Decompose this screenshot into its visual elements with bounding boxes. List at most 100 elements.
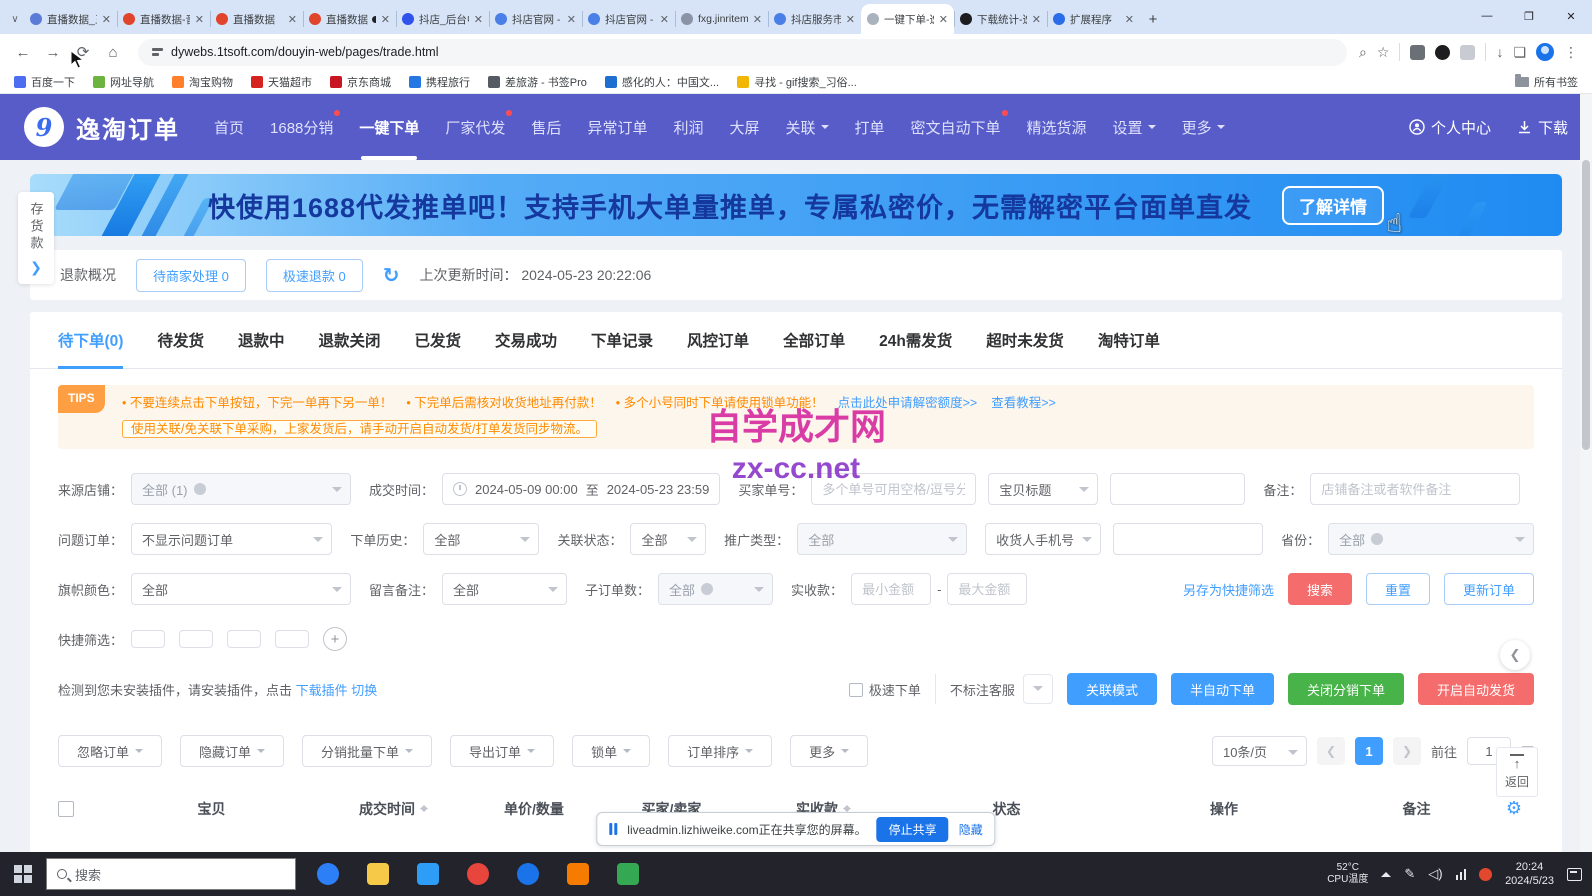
forward-button[interactable]: → [40,39,66,65]
column-header-actions[interactable]: 操作 [1109,799,1339,819]
order-status-tab[interactable]: 退款关闭 [318,329,380,368]
window-minimize-button[interactable]: — [1466,10,1508,22]
list-toolbar-button[interactable]: 更多 [790,735,868,767]
stop-sharing-button[interactable]: 停止共享 [877,817,949,842]
nav-item[interactable]: 打单 [855,94,885,160]
browser-tab[interactable]: 直播数据-音 ✕ [117,4,210,34]
tab-search-chevron-icon[interactable]: ∨ [6,4,24,34]
item-title-select[interactable]: 宝贝标题 [988,473,1098,505]
item-title-input[interactable] [1110,473,1245,505]
select-all-checkbox[interactable] [58,801,74,817]
nav-item[interactable]: 大屏 [729,94,759,160]
app-logo[interactable]: 9 逸淘订单 [24,107,180,147]
home-button[interactable]: ⌂ [100,39,126,65]
page-size-select[interactable]: 10条/页 [1212,736,1307,766]
prev-page-button[interactable]: ❮ [1317,737,1345,765]
bookmark-item[interactable]: 差旅游 - 书签Pro [488,74,587,90]
taskbar-app-icon[interactable] [308,852,348,896]
receiver-phone-select[interactable]: 收货人手机号 [985,523,1101,555]
download-plugin-link[interactable]: 下载插件 [296,683,348,698]
address-bar[interactable]: dywebs.1tsoft.com/douyin-web/pages/trade… [138,39,1347,66]
relation-status-select[interactable]: 全部 [630,523,706,555]
current-page-button[interactable]: 1 [1355,737,1383,765]
quick-filter-button[interactable] [179,630,213,648]
list-toolbar-button[interactable]: 锁单 [572,735,650,767]
taskbar-app-icon[interactable] [358,852,398,896]
flag-color-select[interactable]: 全部 [131,573,351,605]
tray-red-app-icon[interactable] [1479,868,1492,881]
bookmark-item[interactable]: 寻找 - gif搜索_习俗... [737,74,857,90]
semi-auto-order-button[interactable]: 半自动下单 [1171,673,1274,705]
tab-close-icon[interactable]: ✕ [939,13,948,26]
bookmark-item[interactable]: 携程旅行 [409,74,470,90]
promo-type-select[interactable]: 全部 [797,523,967,555]
nav-item[interactable]: 精选货源 [1027,94,1087,160]
reset-button[interactable]: 重置 [1366,573,1430,605]
browser-tab[interactable]: 抖店_后台中 ✕ [396,4,489,34]
column-header-remark[interactable]: 备注 [1339,799,1494,819]
hide-share-bar-link[interactable]: 隐藏 [959,821,983,838]
browser-tab[interactable]: 一键下单-逸 ✕ [861,4,954,34]
user-center-link[interactable]: 个人中心 [1409,117,1491,138]
nav-item[interactable]: 异常订单 [587,94,647,160]
add-quick-filter-button[interactable]: + [323,627,347,651]
tab-close-icon[interactable]: ✕ [474,13,483,26]
problem-order-select[interactable]: 不显示问题订单 [131,523,332,555]
receiver-phone-input[interactable] [1113,523,1263,555]
service-note-select[interactable]: 不标注客服 [935,674,1053,704]
sub-order-count-select[interactable]: 全部 [658,573,773,605]
nav-item[interactable]: 售后 [531,94,561,160]
source-shop-select[interactable]: 全部 (1) [131,473,351,505]
bookmark-item[interactable]: 京东商城 [330,74,391,90]
tab-close-icon[interactable]: ✕ [846,13,855,26]
list-toolbar-button[interactable]: 导出订单 [450,735,554,767]
all-bookmarks-folder[interactable]: 所有书签 [1515,74,1578,90]
start-button[interactable] [0,852,46,896]
scrollbar-thumb[interactable] [1582,160,1590,450]
nav-item[interactable]: 设置 [1113,94,1156,160]
pending-merchant-button[interactable]: 待商家处理 0 [136,259,246,292]
list-toolbar-button[interactable]: 隐藏订单 [180,735,284,767]
apply-decrypt-quota-link[interactable]: 点击此处申请解密额度>> [838,392,978,415]
buyer-order-input[interactable] [811,473,976,505]
taskbar-search-box[interactable]: 搜索 [46,858,296,890]
browser-menu-icon[interactable]: ⋮ [1564,44,1578,61]
browser-tab[interactable]: 直播数据 ✕ [303,4,396,34]
browser-tab[interactable]: 直播数据 ✕ [210,4,303,34]
nav-item[interactable]: 厂家代发 [445,94,505,160]
nav-item[interactable]: 1688分销 [270,94,333,160]
taskbar-app-icon[interactable] [508,852,548,896]
network-icon[interactable] [1456,869,1467,880]
nav-item[interactable]: 关联 [785,94,828,160]
site-info-icon[interactable] [152,48,163,56]
sidebar-panel-icon[interactable]: ❏ [1513,44,1526,61]
next-page-button[interactable]: ❯ [1393,737,1421,765]
bookmark-item[interactable]: 淘宝购物 [172,74,233,90]
auto-ship-button[interactable]: 开启自动发货 [1418,673,1534,705]
order-status-tab[interactable]: 已发货 [415,329,462,368]
download-link[interactable]: 下载 [1517,117,1568,138]
quick-filter-button[interactable] [227,630,261,648]
remark-input[interactable] [1310,473,1520,505]
nav-item[interactable]: 更多 [1182,94,1225,160]
tab-close-icon[interactable]: ✕ [1032,13,1041,26]
order-history-select[interactable]: 全部 [423,523,539,555]
bookmark-item[interactable]: 百度一下 [14,74,75,90]
banner-details-button[interactable]: 了解详情 ☝ [1282,186,1384,225]
tab-close-icon[interactable]: ✕ [381,13,390,26]
back-to-top-button[interactable]: ↑ 返回 [1496,747,1538,797]
paid-min-input[interactable] [851,573,931,605]
tab-close-icon[interactable]: ✕ [195,13,204,26]
column-header-deal-time[interactable]: 成交时间 [319,799,469,819]
tab-close-icon[interactable]: ✕ [102,13,111,26]
window-close-button[interactable]: ✕ [1550,10,1592,23]
search-button[interactable]: 搜索 [1288,573,1352,605]
bookmark-item[interactable]: 感化的人：中国文... [605,74,719,90]
deal-time-range-picker[interactable]: 2024-05-09 00:00 至 2024-05-23 23:59 [442,473,720,505]
collapse-panel-button[interactable]: ❮ [1500,640,1530,670]
bookmark-star-icon[interactable]: ☆ [1377,44,1390,61]
bookmark-item[interactable]: 天猫超市 [251,74,312,90]
order-status-tab[interactable]: 超时未发货 [986,329,1064,368]
tab-close-icon[interactable]: ✕ [567,13,576,26]
notification-center-icon[interactable] [1567,868,1582,881]
